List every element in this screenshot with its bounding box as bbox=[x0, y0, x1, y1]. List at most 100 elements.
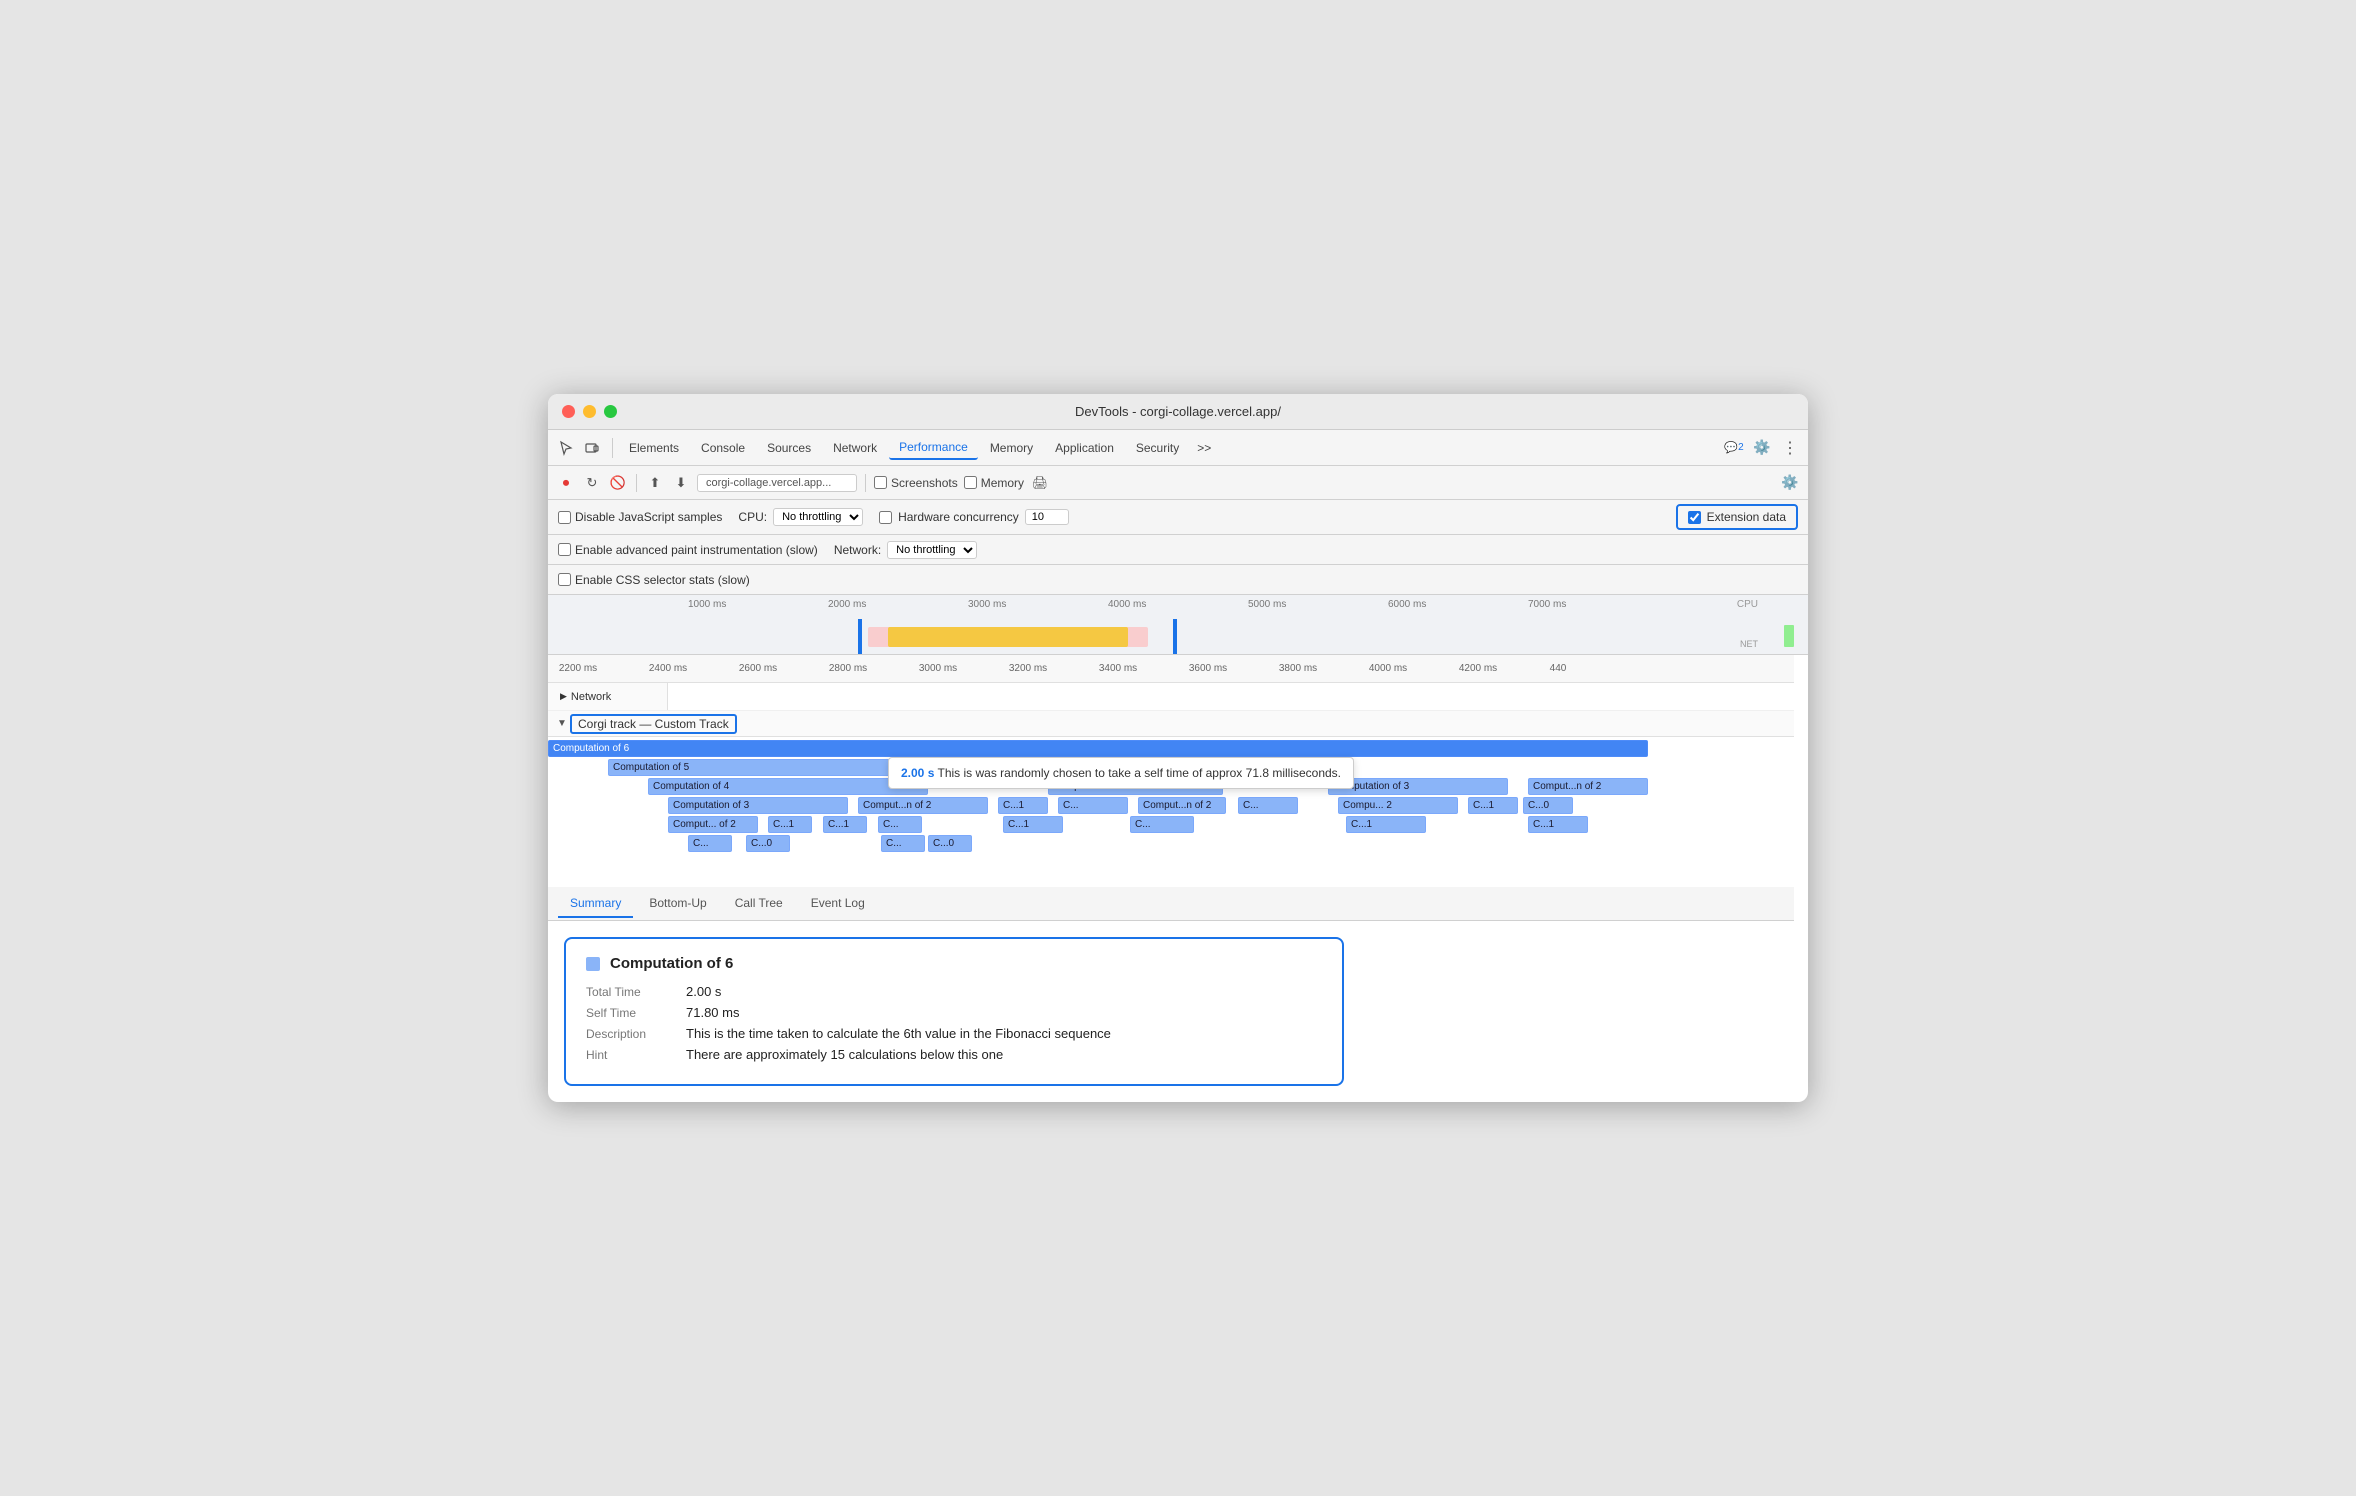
inspect-icon[interactable] bbox=[556, 438, 576, 458]
disable-js-check[interactable]: Disable JavaScript samples bbox=[558, 510, 722, 524]
flame-block-r3-1[interactable]: Comput...n of 2 bbox=[858, 797, 988, 814]
ruler-label-5000: 5000 ms bbox=[1248, 599, 1286, 610]
url-input[interactable] bbox=[697, 474, 857, 492]
flame-block-comp3b[interactable]: Computation of 3 bbox=[1328, 778, 1508, 795]
device-toggle-icon[interactable] bbox=[582, 438, 602, 458]
close-button[interactable] bbox=[562, 405, 575, 418]
tab-bottom-up[interactable]: Bottom-Up bbox=[637, 890, 718, 918]
handle-right[interactable] bbox=[1173, 619, 1177, 655]
ruler-label-1000: 1000 ms bbox=[688, 599, 726, 610]
network-label: Network: bbox=[834, 543, 881, 557]
flame-block-r3-0[interactable]: Computation of 3 bbox=[668, 797, 848, 814]
ext-data-label: Extension data bbox=[1707, 510, 1786, 524]
tab-event-log[interactable]: Event Log bbox=[799, 890, 877, 918]
comments-icon[interactable]: 💬 2 bbox=[1724, 438, 1744, 458]
screenshots-checkbox-label[interactable]: Screenshots bbox=[874, 476, 958, 490]
flame-block-r3-6[interactable]: Compu... 2 bbox=[1338, 797, 1458, 814]
flame-block-comp2a[interactable]: Comput...n of 2 bbox=[1528, 778, 1648, 795]
flame-row-0: Computation of 6 bbox=[548, 740, 1794, 758]
flame-block-r3-8[interactable]: C...0 bbox=[1523, 797, 1573, 814]
clear-button[interactable]: 🚫 bbox=[608, 473, 628, 493]
toolbar-right: 💬 2 ⚙️ ⋮ bbox=[1724, 438, 1800, 458]
flame-block-r4-3[interactable]: C... bbox=[878, 816, 922, 833]
main-content: 2200 ms 2400 ms 2600 ms 2800 ms 3000 ms … bbox=[548, 655, 1794, 1102]
tab-elements[interactable]: Elements bbox=[619, 437, 689, 459]
flame-block-r3-4[interactable]: Comput...n of 2 bbox=[1138, 797, 1226, 814]
timeline-overview[interactable]: NET bbox=[548, 619, 1808, 655]
adv-paint-checkbox[interactable] bbox=[558, 543, 571, 556]
settings-gear-icon[interactable]: ⚙️ bbox=[1780, 473, 1800, 493]
cpu-select[interactable]: No throttling bbox=[773, 508, 863, 526]
printer-icon[interactable]: 🖨 bbox=[1030, 473, 1050, 493]
ext-data-checkbox[interactable] bbox=[1688, 511, 1701, 524]
handle-left[interactable] bbox=[858, 619, 862, 655]
flame-block-r3-7[interactable]: C...1 bbox=[1468, 797, 1518, 814]
css-stats-checkbox[interactable] bbox=[558, 573, 571, 586]
kebab-icon[interactable]: ⋮ bbox=[1780, 438, 1800, 458]
nav-toolbar: Elements Console Sources Network Perform… bbox=[548, 430, 1808, 466]
minimize-button[interactable] bbox=[583, 405, 596, 418]
tab-call-tree[interactable]: Call Tree bbox=[723, 890, 795, 918]
tab-application[interactable]: Application bbox=[1045, 437, 1124, 459]
toolbar-sep2 bbox=[636, 474, 637, 492]
flame-block-r5-3[interactable]: C...0 bbox=[928, 835, 972, 852]
tab-summary[interactable]: Summary bbox=[558, 890, 633, 918]
memory-checkbox-label[interactable]: Memory bbox=[964, 476, 1024, 490]
flame-block-r4-6[interactable]: C...1 bbox=[1346, 816, 1426, 833]
hardware-checkbox[interactable] bbox=[879, 511, 892, 524]
flame-block-r5-1[interactable]: C...0 bbox=[746, 835, 790, 852]
flame-chart[interactable]: Computation of 6 Computation of 5 2.00 s… bbox=[548, 737, 1794, 887]
flame-block-r4-7[interactable]: C...1 bbox=[1528, 816, 1588, 833]
flame-block-r3-5[interactable]: C... bbox=[1238, 797, 1298, 814]
flame-block-r3-3[interactable]: C... bbox=[1058, 797, 1128, 814]
self-time-key: Self Time bbox=[586, 1006, 686, 1020]
disable-js-checkbox[interactable] bbox=[558, 511, 571, 524]
hardware-input[interactable] bbox=[1025, 509, 1069, 525]
network-track-content[interactable] bbox=[668, 683, 1794, 710]
tooltip: 2.00 s This is was randomly chosen to ta… bbox=[888, 757, 1354, 789]
tab-sources[interactable]: Sources bbox=[757, 437, 821, 459]
flame-block-r5-2[interactable]: C... bbox=[881, 835, 925, 852]
flame-block-r3-2[interactable]: C...1 bbox=[998, 797, 1048, 814]
flame-block-r4-0[interactable]: Comput... of 2 bbox=[668, 816, 758, 833]
adv-paint-check[interactable]: Enable advanced paint instrumentation (s… bbox=[558, 543, 818, 557]
settings-icon[interactable]: ⚙️ bbox=[1752, 438, 1772, 458]
r2-3200: 3200 ms bbox=[1009, 663, 1047, 674]
flame-block-comp6[interactable]: Computation of 6 bbox=[548, 740, 1648, 757]
flame-block-r4-5[interactable]: C... bbox=[1130, 816, 1194, 833]
maximize-button[interactable] bbox=[604, 405, 617, 418]
summary-title: Computation of 6 bbox=[586, 955, 1322, 972]
r2-440: 440 bbox=[1550, 663, 1567, 674]
memory-checkbox[interactable] bbox=[964, 476, 977, 489]
refresh-button[interactable]: ↻ bbox=[582, 473, 602, 493]
download-button[interactable]: ⬇ bbox=[671, 473, 691, 493]
toolbar-sep3 bbox=[865, 474, 866, 492]
tab-console[interactable]: Console bbox=[691, 437, 755, 459]
r2-2200: 2200 ms bbox=[559, 663, 597, 674]
more-tabs-button[interactable]: >> bbox=[1191, 437, 1217, 459]
flame-block-comp4[interactable]: Computation of 4 bbox=[648, 778, 928, 795]
r2-2800: 2800 ms bbox=[829, 663, 867, 674]
css-stats-check[interactable]: Enable CSS selector stats (slow) bbox=[558, 573, 750, 587]
screenshots-label: Screenshots bbox=[891, 476, 958, 490]
upload-button[interactable]: ⬆ bbox=[645, 473, 665, 493]
tab-memory[interactable]: Memory bbox=[980, 437, 1043, 459]
network-select[interactable]: No throttling bbox=[887, 541, 977, 559]
flame-block-r4-2[interactable]: C...1 bbox=[823, 816, 867, 833]
flame-block-r4-1[interactable]: C...1 bbox=[768, 816, 812, 833]
hint-val: There are approximately 15 calculations … bbox=[686, 1047, 1003, 1062]
tab-security[interactable]: Security bbox=[1126, 437, 1189, 459]
ruler-label-4000: 4000 ms bbox=[1108, 599, 1146, 610]
window-controls bbox=[562, 405, 617, 418]
titlebar: DevTools - corgi-collage.vercel.app/ bbox=[548, 394, 1808, 430]
tab-network[interactable]: Network bbox=[823, 437, 887, 459]
flame-block-r4-4[interactable]: C...1 bbox=[1003, 816, 1063, 833]
network-group: Network: No throttling bbox=[834, 541, 977, 559]
tab-performance[interactable]: Performance bbox=[889, 436, 978, 460]
css-stats-label: Enable CSS selector stats (slow) bbox=[575, 573, 750, 587]
flame-block-r5-0[interactable]: C... bbox=[688, 835, 732, 852]
ruler-label-6000: 6000 ms bbox=[1388, 599, 1426, 610]
screenshots-checkbox[interactable] bbox=[874, 476, 887, 489]
record-button[interactable]: ⏺ bbox=[556, 473, 576, 493]
custom-track-toggle[interactable]: ▼ bbox=[554, 718, 570, 729]
